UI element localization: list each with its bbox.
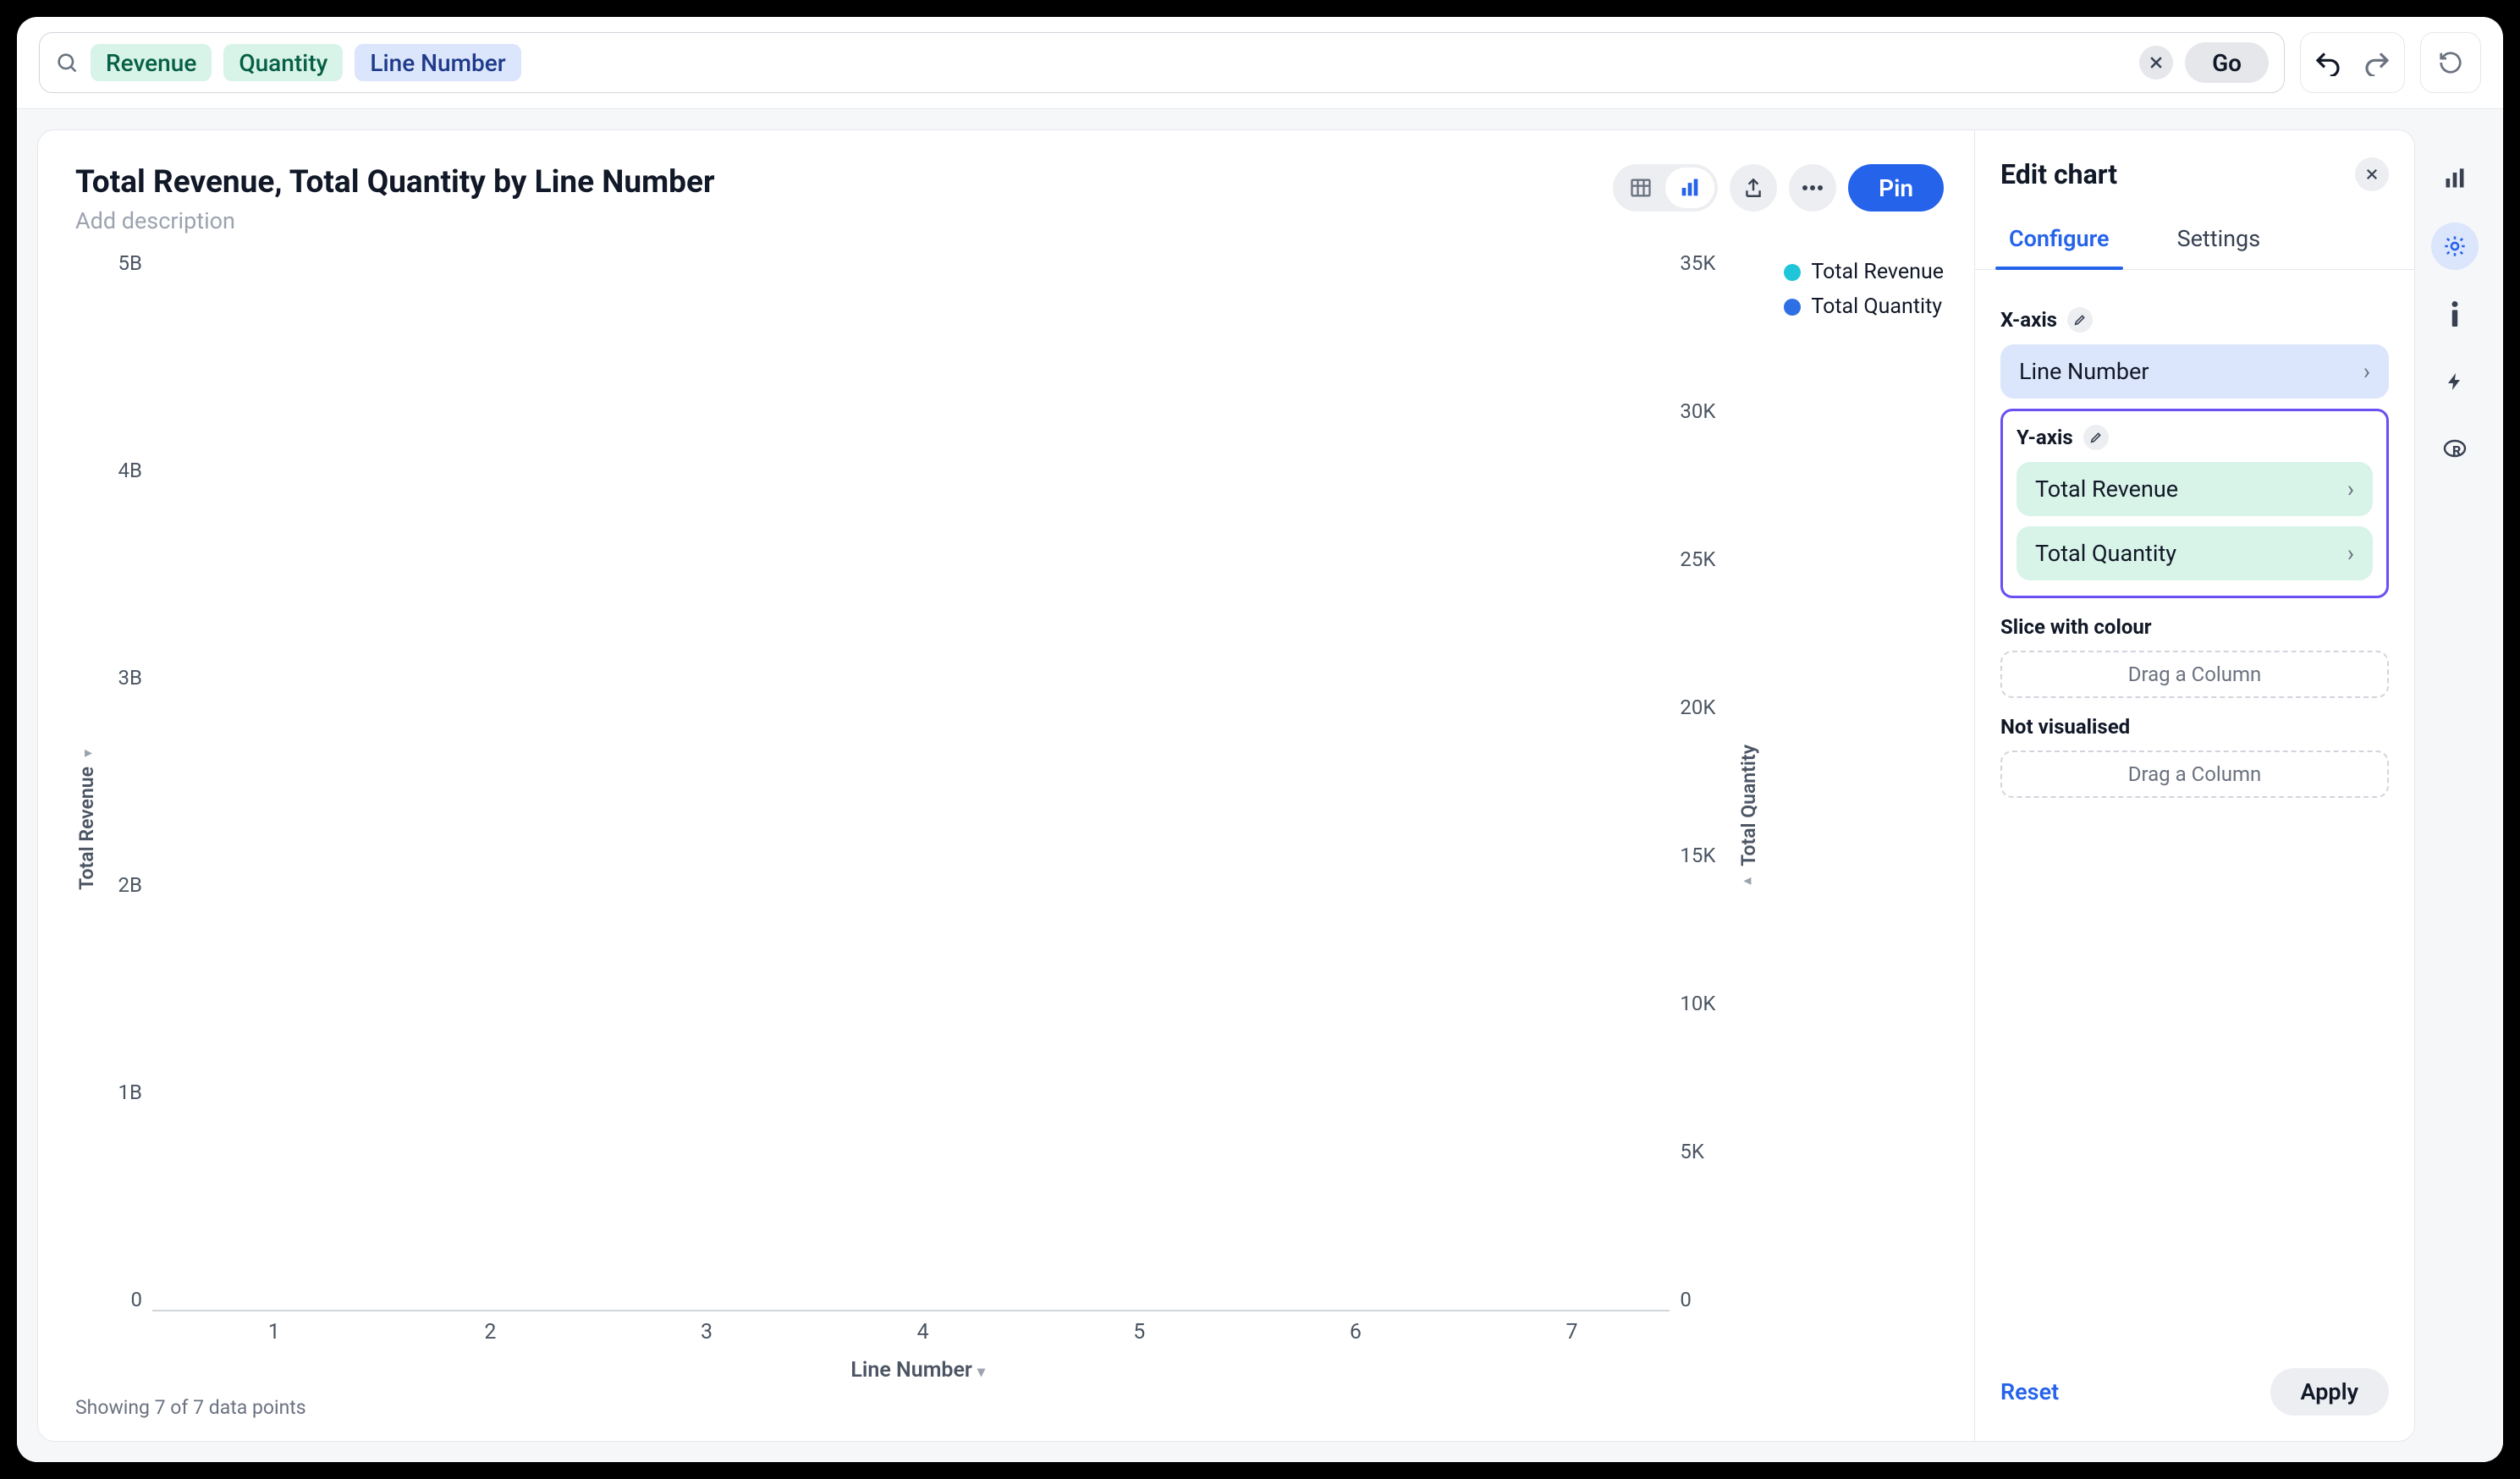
left-axis-caret-icon: ▸ [85, 744, 92, 761]
right-y-ticks: 35K 30K 25K 20K 15K 10K 5K 0 [1670, 251, 1734, 1311]
left-y-axis-label: Total Revenue [75, 767, 98, 890]
y-axis-chip-total-revenue[interactable]: Total Revenue › [2017, 462, 2373, 516]
pin-button[interactable]: Pin [1848, 164, 1944, 212]
chevron-right-icon: › [2347, 476, 2354, 503]
legend-swatch-revenue [1784, 264, 1801, 281]
redo-button[interactable] [2363, 49, 2391, 76]
slice-dropzone[interactable]: Drag a Column [2000, 651, 2389, 698]
edit-panel-tabs: Configure Settings [1975, 210, 2414, 270]
app-window: Revenue Quantity Line Number Go [17, 17, 2503, 1462]
chart-view-toggle[interactable] [1665, 168, 1714, 208]
tab-configure[interactable]: Configure [2000, 210, 2118, 269]
svg-text:R: R [2452, 443, 2461, 459]
rail-r-icon[interactable]: R [2431, 426, 2479, 473]
rail-settings-icon[interactable] [2431, 223, 2479, 270]
table-view-toggle[interactable] [1616, 168, 1665, 208]
left-y-ticks: 5B 4B 3B 2B 1B 0 [102, 251, 152, 1311]
rail-lightning-icon[interactable] [2431, 358, 2479, 405]
right-rail: R [2415, 129, 2483, 1442]
x-axis-label: Line Number▾ [102, 1358, 1734, 1383]
y-axis-section-label: Y-axis [2017, 425, 2373, 450]
chart-area: Total Revenue, Total Quantity by Line Nu… [38, 130, 1974, 1441]
legend: Total Revenue Total Quantity [1784, 260, 1944, 1383]
not-visualised-section-label: Not visualised [2000, 715, 2389, 739]
right-y-axis-label: Total Quantity [1737, 745, 1760, 866]
chart-title: Total Revenue, Total Quantity by Line Nu… [75, 164, 715, 201]
top-bar: Revenue Quantity Line Number Go [17, 17, 2503, 109]
footer-note: Showing 7 of 7 data points [75, 1396, 1944, 1419]
edit-y-axis-button[interactable] [2083, 425, 2109, 450]
refresh-button[interactable] [2420, 32, 2481, 93]
rail-chart-icon[interactable] [2431, 155, 2479, 202]
y-axis-chip-total-quantity[interactable]: Total Quantity › [2017, 526, 2373, 580]
view-toggle [1613, 164, 1718, 212]
chevron-right-icon: › [2363, 358, 2370, 385]
search-token-line-number[interactable]: Line Number [355, 44, 520, 81]
legend-swatch-quantity [1784, 299, 1801, 316]
search-token-revenue[interactable]: Revenue [91, 44, 212, 81]
legend-item-revenue[interactable]: Total Revenue [1784, 260, 1944, 284]
chart-canvas: ▸ Total Revenue 5B 4B 3B 2B 1B [75, 251, 1944, 1383]
legend-item-quantity[interactable]: Total Quantity [1784, 294, 1944, 319]
x-axis-chip-line-number[interactable]: Line Number › [2000, 344, 2389, 399]
search-bar[interactable]: Revenue Quantity Line Number Go [39, 32, 2285, 93]
not-visualised-dropzone[interactable]: Drag a Column [2000, 750, 2389, 798]
undo-button[interactable] [2314, 49, 2341, 76]
edit-panel-title: Edit chart [2000, 158, 2117, 190]
close-panel-button[interactable] [2355, 157, 2389, 191]
chevron-down-icon: ▾ [977, 1363, 985, 1381]
reset-button[interactable]: Reset [2000, 1378, 2059, 1405]
search-icon [55, 51, 79, 74]
main-card: Total Revenue, Total Quantity by Line Nu… [37, 129, 2415, 1442]
tab-settings[interactable]: Settings [2169, 210, 2270, 269]
plot[interactable] [152, 251, 1670, 1311]
chart-header: Total Revenue, Total Quantity by Line Nu… [75, 164, 1944, 234]
chart-description-placeholder[interactable]: Add description [75, 207, 715, 234]
search-token-quantity[interactable]: Quantity [223, 44, 343, 81]
export-button[interactable] [1730, 164, 1777, 212]
x-axis-section-label: X-axis [2000, 307, 2389, 333]
clear-search-button[interactable] [2139, 46, 2173, 80]
rail-info-icon[interactable] [2431, 290, 2479, 338]
x-ticks: 1 2 3 4 5 6 7 [102, 1311, 1734, 1344]
right-axis-caret-icon: ◂ [1743, 871, 1751, 889]
edit-x-axis-button[interactable] [2067, 307, 2093, 333]
history-controls [2300, 32, 2405, 93]
apply-button[interactable]: Apply [2270, 1368, 2390, 1416]
slice-section-label: Slice with colour [2000, 615, 2389, 639]
chevron-right-icon: › [2347, 540, 2354, 567]
y-axis-highlight-box: Y-axis Total Revenue › Total Quantity [2000, 409, 2389, 598]
more-button[interactable] [1789, 164, 1836, 212]
chart-actions: Pin [1613, 164, 1944, 212]
body: Total Revenue, Total Quantity by Line Nu… [17, 109, 2503, 1462]
go-button[interactable]: Go [2185, 42, 2269, 83]
edit-chart-panel: Edit chart Configure Settings X-axis [1974, 130, 2414, 1441]
